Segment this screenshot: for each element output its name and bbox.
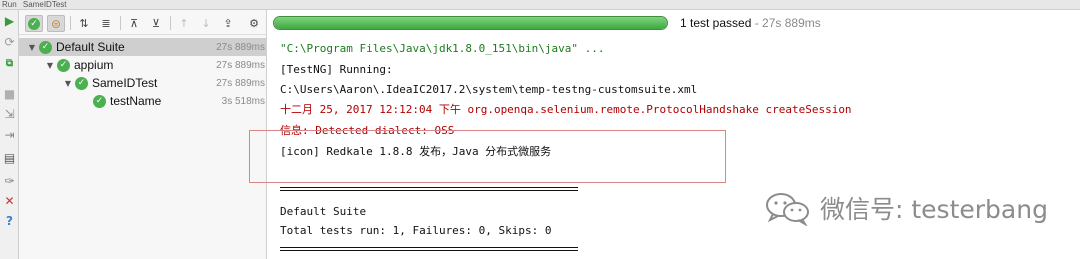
toolbar-separator bbox=[120, 16, 121, 30]
close-console-icon[interactable]: ⇲ bbox=[2, 106, 17, 121]
chevron-down-icon[interactable]: ▼ bbox=[45, 61, 55, 70]
wechat-watermark: 微信号: testerbang bbox=[764, 190, 1048, 226]
chevron-down-icon[interactable]: ▼ bbox=[27, 43, 37, 52]
passed-check-icon: ✓ bbox=[93, 94, 106, 108]
sort-duration-icon: ≣ bbox=[101, 17, 111, 30]
tree-node-label: testName bbox=[110, 94, 162, 108]
passed-check-icon: ✓ bbox=[39, 40, 52, 54]
tree-node-sameidtest[interactable]: ▼ ✓ SameIDTest 27s 889ms bbox=[19, 74, 267, 92]
arrow-down-icon: ↓ bbox=[201, 17, 211, 30]
toggle-auto-test-icon[interactable]: ⧉ bbox=[2, 56, 17, 71]
run-title-bar: Run SameIDTest bbox=[0, 0, 1080, 10]
console-line-suite-name: Default Suite bbox=[280, 205, 367, 218]
tree-node-label: appium bbox=[74, 58, 114, 72]
tree-node-time: 3s 518ms bbox=[221, 95, 265, 107]
console-line-command: "C:\Program Files\Java\jdk1.8.0_151\bin\… bbox=[280, 42, 605, 55]
run-label: Run bbox=[2, 0, 17, 9]
test-tree-toolbar: ✓ ⊜ ⇅ ≣ ⊼ ⊻ ↑ ↓ ⇪ ⚙ bbox=[19, 10, 267, 35]
total-duration-text: - 27s 889ms bbox=[751, 16, 821, 30]
export-results-button[interactable]: ⇪ bbox=[219, 15, 237, 32]
wechat-logo-icon bbox=[766, 193, 809, 226]
import-tests-icon[interactable]: ⇥ bbox=[2, 127, 17, 142]
run-side-toolbar: ▶ ⟳ ⧉ ■ ⇲ ⇥ ▤ ✑ ✕ ? bbox=[0, 10, 19, 259]
progress-fill bbox=[274, 17, 667, 29]
test-tree-panel: ✓ ⊜ ⇅ ≣ ⊼ ⊻ ↑ ↓ ⇪ ⚙ ▼ ✓ Default Suite 27… bbox=[19, 10, 267, 259]
tree-node-time: 27s 889ms bbox=[216, 59, 265, 71]
tree-node-label: Default Suite bbox=[56, 40, 125, 54]
toolbar-separator bbox=[170, 16, 171, 30]
rerun-failed-icon[interactable]: ⟳ bbox=[2, 34, 17, 49]
console-line-totals: Total tests run: 1, Failures: 0, Skips: … bbox=[280, 224, 552, 237]
collapse-all-button[interactable]: ⊻ bbox=[147, 15, 165, 32]
test-progress-bar bbox=[273, 16, 668, 30]
tree-node-time: 27s 889ms bbox=[216, 77, 265, 89]
console-line-running: [TestNG] Running: bbox=[280, 63, 393, 76]
chevron-down-icon[interactable]: ▼ bbox=[63, 79, 73, 88]
console-divider bbox=[280, 187, 578, 191]
console-line-suite-path: C:\Users\Aaron\.IdeaIC2017.2\system\temp… bbox=[280, 83, 698, 96]
sort-alphabetically-button[interactable]: ⇅ bbox=[75, 15, 93, 32]
export-icon: ⇪ bbox=[223, 17, 233, 30]
settings-button[interactable]: ⚙ bbox=[245, 15, 263, 32]
expand-all-button[interactable]: ⊼ bbox=[125, 15, 143, 32]
gear-icon: ⚙ bbox=[249, 17, 259, 30]
tree-node-time: 27s 889ms bbox=[216, 41, 265, 53]
previous-failed-button[interactable]: ↑ bbox=[175, 15, 193, 32]
show-passed-button[interactable]: ✓ bbox=[25, 15, 43, 32]
ignored-icon: ⊜ bbox=[50, 16, 62, 31]
test-status: 1 test passed - 27s 889ms bbox=[680, 16, 821, 30]
show-ignored-button[interactable]: ⊜ bbox=[47, 15, 65, 32]
help-icon[interactable]: ? bbox=[2, 213, 17, 228]
tree-node-label: SameIDTest bbox=[92, 76, 158, 90]
console-line-session-log: 十二月 25, 2017 12:12:04 下午 org.openqa.sele… bbox=[280, 103, 852, 116]
passed-check-icon: ✓ bbox=[28, 17, 40, 30]
console-divider bbox=[280, 247, 578, 251]
tree-node-appium[interactable]: ▼ ✓ appium 27s 889ms bbox=[19, 56, 267, 74]
close-icon[interactable]: ✕ bbox=[2, 193, 17, 208]
arrow-up-icon: ↑ bbox=[179, 17, 189, 30]
toolbar-separator bbox=[70, 16, 71, 30]
passed-check-icon: ✓ bbox=[75, 76, 88, 90]
watermark-text: 微信号: testerbang bbox=[820, 195, 1048, 224]
highlight-box bbox=[249, 130, 726, 183]
sort-by-duration-button[interactable]: ≣ bbox=[97, 15, 115, 32]
rerun-icon[interactable]: ▶ bbox=[2, 13, 17, 28]
next-failed-button[interactable]: ↓ bbox=[197, 15, 215, 32]
sort-alpha-icon: ⇅ bbox=[79, 17, 89, 30]
stop-icon[interactable]: ■ bbox=[2, 86, 17, 101]
tree-node-testname[interactable]: ✓ testName 3s 518ms bbox=[19, 92, 267, 110]
collapse-all-icon: ⊻ bbox=[151, 17, 161, 30]
pin-icon[interactable]: ✑ bbox=[2, 173, 17, 188]
expand-all-icon: ⊼ bbox=[129, 17, 139, 30]
passed-check-icon: ✓ bbox=[57, 58, 70, 72]
tests-passed-text: 1 test passed bbox=[680, 16, 752, 30]
tree-node-default-suite[interactable]: ▼ ✓ Default Suite 27s 889ms bbox=[19, 38, 267, 56]
layout-icon[interactable]: ▤ bbox=[2, 150, 17, 165]
run-config-name: SameIDTest bbox=[22, 0, 67, 9]
